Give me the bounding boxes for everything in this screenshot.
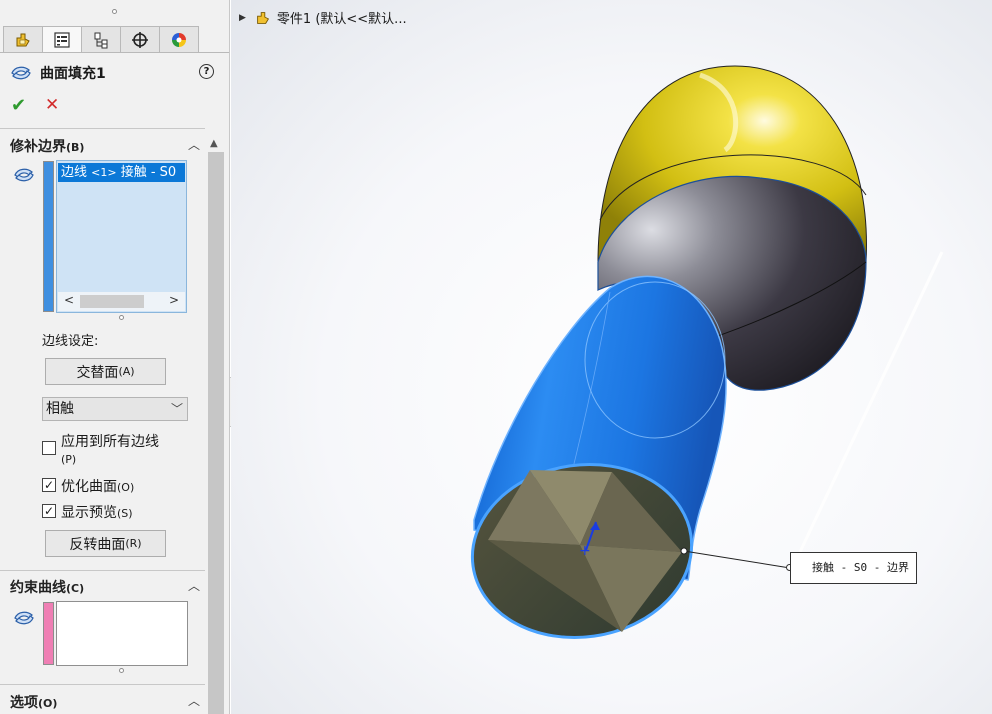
cancel-button[interactable]: ✕ (45, 95, 59, 115)
property-manager-header: 曲面填充1 ? (10, 62, 220, 84)
feature-manager-icon (16, 33, 30, 46)
list-resize-grip[interactable] (119, 315, 124, 320)
svg-text:+: + (579, 543, 591, 559)
optimize-surface-checkbox[interactable]: ✓ (42, 478, 56, 492)
tab-dimxpert-manager[interactable] (120, 26, 160, 52)
help-button[interactable]: ? (199, 64, 214, 79)
dimxpert-icon (132, 31, 148, 48)
fill-surface-icon (11, 66, 31, 80)
reverse-surface-button[interactable]: 反转曲面 (R) (45, 530, 166, 557)
constraint-curves-list[interactable] (56, 601, 188, 666)
scrollbar-thumb[interactable] (80, 295, 144, 308)
apply-all-edges-label: 应用到所有边线 (P) (61, 434, 159, 466)
scroll-up-icon[interactable]: ▲ (210, 138, 218, 149)
graphics-viewport[interactable]: ▶ 零件1 (默认<<默认... + (231, 0, 992, 714)
tab-display-manager[interactable] (159, 26, 199, 52)
property-manager-icon (54, 31, 70, 48)
collapse-patch-boundary-icon[interactable]: ︿ (188, 136, 200, 153)
scrollbar-thumb[interactable] (208, 152, 224, 714)
apply-all-edges-checkbox[interactable] (42, 441, 56, 455)
vertical-scrollbar[interactable]: ▲ (205, 132, 227, 714)
constraint-list-resize-grip[interactable] (119, 668, 124, 673)
panel-splitter-grip[interactable] (112, 9, 117, 14)
collapse-constraint-curves-icon[interactable]: ︿ (188, 577, 200, 594)
constraint-color-bar (43, 602, 54, 665)
feature-title: 曲面填充1 (40, 66, 106, 82)
tangency-dropdown[interactable]: 相触 ﹀ (42, 397, 188, 421)
horizontal-scrollbar[interactable]: < > (58, 292, 185, 311)
constraint-curves-section-title[interactable]: 约束曲线(C) (10, 577, 84, 597)
scroll-left-icon[interactable]: < (64, 293, 74, 307)
model-view[interactable]: + (231, 0, 992, 714)
edge-callout[interactable]: 接触 - S0 - 边界 (790, 552, 917, 584)
show-preview-label: 显示预览(S) (61, 505, 133, 521)
patch-boundary-list[interactable]: 边线 <1> 接触 - S0 < > (56, 160, 187, 313)
optimize-surface-label: 优化曲面(O) (61, 479, 135, 495)
manager-tabs (3, 26, 199, 52)
boundary-color-bar (43, 161, 54, 312)
patch-boundary-section-title[interactable]: 修补边界(B) (10, 136, 84, 156)
tab-property-manager[interactable] (42, 26, 82, 52)
alternate-face-button[interactable]: 交替面 (A) (45, 358, 166, 385)
ok-button[interactable]: ✔ (11, 95, 26, 116)
show-preview-checkbox[interactable]: ✓ (42, 504, 56, 518)
configuration-manager-icon (94, 32, 108, 48)
options-section-title[interactable]: 选项(O) (10, 692, 57, 712)
collapse-options-icon[interactable]: ︿ (188, 692, 200, 709)
scroll-right-icon[interactable]: > (169, 293, 179, 307)
tab-feature-manager[interactable] (3, 26, 43, 52)
display-manager-icon (172, 32, 186, 47)
tab-configuration-manager[interactable] (81, 26, 121, 52)
property-manager-panel: 曲面填充1 ? ✔ ✕ 修补边界(B) ︿ 边线 <1> 接触 - S0 < >… (0, 0, 230, 714)
list-item[interactable]: 边线 <1> 接触 - S0 (58, 163, 185, 182)
curve-selection-icon (14, 611, 34, 625)
edge-settings-label: 边线设定: (42, 334, 99, 349)
edge-selection-icon (14, 168, 34, 182)
chevron-down-icon: ﹀ (170, 402, 183, 416)
